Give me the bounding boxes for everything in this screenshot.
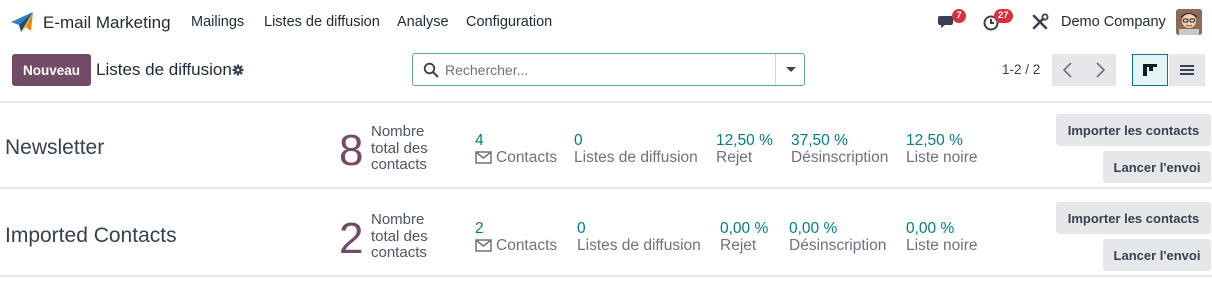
list-name[interactable]: Imported Contacts [5, 224, 177, 248]
total-contacts-count: 8 [339, 126, 364, 175]
mailing-lists-label[interactable]: Listes de diffusion [574, 149, 698, 167]
pager-next-button[interactable] [1084, 54, 1116, 86]
pager-previous-button[interactable] [1052, 54, 1084, 86]
page-title: Listes de diffusion [96, 60, 232, 79]
list-view-button[interactable] [1169, 54, 1205, 86]
user-avatar[interactable] [1176, 9, 1202, 35]
company-switcher[interactable]: Demo Company [1061, 14, 1166, 30]
contacts-label[interactable]: Contacts [496, 149, 557, 167]
user-avatar-icon [1176, 9, 1202, 35]
send-mailing-button[interactable]: Lancer l'envoi [1103, 151, 1211, 183]
search-options-toggle[interactable] [775, 54, 805, 85]
search-icon [423, 62, 439, 78]
bounce-rate[interactable]: 12,50 % [716, 132, 773, 150]
contacts-count[interactable]: 2 [475, 220, 484, 238]
mailing-list-card[interactable]: Imported Contacts 2 Nombre total des con… [0, 191, 1212, 277]
menu-configuration[interactable]: Configuration [466, 14, 552, 30]
envelope-icon [475, 239, 492, 252]
messages-badge: 7 [952, 9, 966, 23]
list-icon [1180, 65, 1194, 75]
app-name[interactable]: E-mail Marketing [43, 13, 171, 33]
mailing-list-card[interactable]: Newsletter 8 Nombre total des contacts 4… [0, 103, 1212, 189]
gear-icon[interactable] [232, 64, 244, 76]
debug-tools-icon[interactable] [1030, 13, 1052, 31]
unsubscribe-rate[interactable]: 37,50 % [791, 132, 848, 150]
kanban-icon [1143, 64, 1157, 76]
email-marketing-logo-icon[interactable] [10, 11, 34, 33]
total-contacts-label: Nombre total des contacts [371, 211, 428, 261]
bounce-label[interactable]: Rejet [716, 149, 752, 167]
envelope-icon [475, 151, 492, 164]
search-input[interactable] [445, 56, 775, 83]
total-contacts-label: Nombre total des contacts [371, 123, 428, 173]
contacts-label[interactable]: Contacts [496, 237, 557, 255]
unsubscribe-label[interactable]: Désinscription [791, 149, 888, 167]
import-contacts-button[interactable]: Importer les contacts [1056, 202, 1211, 234]
chevron-right-icon [1096, 62, 1106, 78]
chevron-left-icon [1062, 62, 1072, 78]
import-contacts-button[interactable]: Importer les contacts [1056, 114, 1211, 146]
mailing-lists-count[interactable]: 0 [577, 220, 586, 238]
top-navbar: E-mail Marketing Mailings Listes de diff… [0, 0, 1212, 44]
total-contacts-count: 2 [339, 214, 364, 263]
menu-analysis[interactable]: Analyse [397, 14, 449, 30]
mailing-lists-label[interactable]: Listes de diffusion [577, 237, 701, 255]
unsubscribe-label[interactable]: Désinscription [789, 237, 886, 255]
menu-mailing-lists[interactable]: Listes de diffusion [264, 14, 380, 30]
bounce-rate[interactable]: 0,00 % [720, 220, 768, 238]
blacklist-rate[interactable]: 0,00 % [906, 220, 954, 238]
new-button[interactable]: Nouveau [12, 54, 91, 86]
blacklist-label[interactable]: Liste noire [906, 149, 978, 167]
menu-mailings[interactable]: Mailings [191, 14, 244, 30]
list-name[interactable]: Newsletter [5, 136, 104, 160]
search-bar [412, 53, 805, 86]
activities-badge: 27 [994, 9, 1013, 23]
kanban-view-button[interactable] [1132, 54, 1168, 86]
blacklist-rate[interactable]: 12,50 % [906, 132, 963, 150]
bounce-label[interactable]: Rejet [720, 237, 756, 255]
unsubscribe-rate[interactable]: 0,00 % [789, 220, 837, 238]
blacklist-label[interactable]: Liste noire [906, 237, 978, 255]
mailing-lists-count[interactable]: 0 [574, 132, 583, 150]
caret-down-icon [786, 67, 796, 72]
contacts-count[interactable]: 4 [475, 132, 484, 150]
send-mailing-button[interactable]: Lancer l'envoi [1103, 239, 1211, 271]
pager-value[interactable]: 1-2 / 2 [1002, 62, 1040, 77]
